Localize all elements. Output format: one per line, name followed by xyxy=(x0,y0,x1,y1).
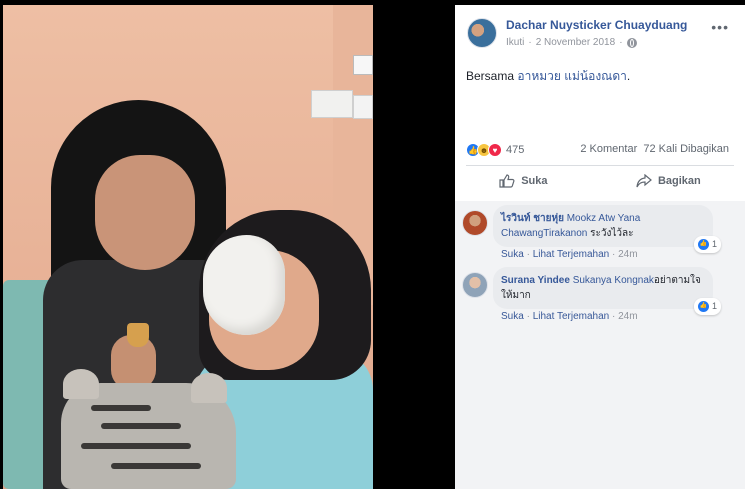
meta-separator: · xyxy=(619,37,623,48)
comment-like-badge[interactable]: 👍 1 xyxy=(693,298,721,315)
post-header: Dachar Nuysticker Chuayduang Ikuti · 2 N… xyxy=(455,5,745,61)
photo-cat-stripe xyxy=(91,405,151,411)
reaction-count[interactable]: 475 xyxy=(506,144,524,156)
photo-woman-face xyxy=(95,155,195,270)
comment-tag[interactable]: Sukanya Kongnak xyxy=(573,275,654,286)
share-arrow-icon xyxy=(636,174,652,188)
more-options-icon[interactable]: ••• xyxy=(711,19,729,35)
like-label: Suka xyxy=(521,175,548,187)
photo-cat-ear xyxy=(191,373,227,403)
comment-like-link[interactable]: Suka xyxy=(501,311,524,322)
photo-cat-stripe xyxy=(111,463,201,469)
tag-link-1[interactable]: อาหมวย xyxy=(517,69,561,83)
post-panel: Dachar Nuysticker Chuayduang Ikuti · 2 N… xyxy=(455,5,745,489)
comment-text: ระวังไว้ละ xyxy=(587,228,634,239)
photo-plush-cat xyxy=(61,369,236,489)
commenter-avatar[interactable] xyxy=(462,272,488,298)
meta-separator: · xyxy=(528,37,532,48)
comments-section: ไรวินท์ ชายหุ่ย Mookz Atw Yana ChawangTi… xyxy=(455,201,745,489)
like-reaction-icon: 👍 xyxy=(697,239,709,250)
photo-viewer: Dachar Nuysticker Chuayduang Ikuti · 2 N… xyxy=(0,0,745,489)
comment-like-count: 1 xyxy=(711,239,717,249)
stats-right: 2 Komentar 72 Kali Dibagikan xyxy=(580,143,729,155)
commenter-name[interactable]: Surana Yindee xyxy=(501,275,570,286)
photo-cat-ear xyxy=(63,369,99,399)
post-caption: Bersama อาหมวย แม่น้องณดา. xyxy=(466,67,630,86)
comment-bubble: ไรวินท์ ชายหุ่ย Mookz Atw Yana ChawangTi… xyxy=(493,205,721,253)
post-meta: Ikuti · 2 November 2018 · xyxy=(506,37,637,48)
thumbs-up-icon xyxy=(499,174,515,188)
post-stats: 👍 ☻ ♥ 475 2 Komentar 72 Kali Dibagikan xyxy=(455,141,745,163)
photo-cat-stripe xyxy=(81,443,191,449)
share-label: Bagikan xyxy=(657,175,701,187)
like-reaction-icon: 👍 xyxy=(697,301,709,312)
follow-link[interactable]: Ikuti xyxy=(506,37,524,48)
post-date[interactable]: 2 November 2018 xyxy=(536,37,616,48)
love-reaction-icon: ♥ xyxy=(488,143,502,157)
photo-switch xyxy=(311,90,353,118)
caption-suffix: . xyxy=(626,69,631,83)
comment-like-link[interactable]: Suka xyxy=(501,249,524,260)
comment-like-count: 1 xyxy=(711,301,717,311)
comment-bubble: Surana Yindee Sukanya Kongnakอย่าตามใจให… xyxy=(493,267,721,315)
photo-cat-stripe xyxy=(101,423,181,429)
divider xyxy=(466,165,734,166)
photo-ice-cream-cone xyxy=(127,323,149,347)
comment-actions: Suka · Lihat Terjemahan · 24m xyxy=(501,249,638,260)
comment-like-badge[interactable]: 👍 1 xyxy=(693,236,721,253)
reactions-summary[interactable]: 👍 ☻ ♥ 475 xyxy=(466,143,524,157)
comment-count[interactable]: 2 Komentar xyxy=(580,143,637,155)
photo-sign xyxy=(353,55,373,75)
commenter-name[interactable]: ไรวินท์ ชายหุ่ย xyxy=(501,213,564,224)
photo-switch-2 xyxy=(353,95,373,119)
tag-link-2[interactable]: แม่น้องณดา xyxy=(564,69,627,83)
author-avatar[interactable] xyxy=(467,18,497,48)
globe-icon[interactable] xyxy=(626,37,637,48)
comment-time[interactable]: 24m xyxy=(618,311,637,322)
post-photo[interactable] xyxy=(3,5,373,489)
post-actions: Suka Bagikan xyxy=(455,169,745,193)
comment-time[interactable]: 24m xyxy=(618,249,637,260)
comment-actions: Suka · Lihat Terjemahan · 24m xyxy=(501,311,638,322)
see-translation-link[interactable]: Lihat Terjemahan xyxy=(533,311,610,322)
share-button[interactable]: Bagikan xyxy=(628,172,709,190)
commenter-avatar[interactable] xyxy=(462,210,488,236)
photo-eye-patch xyxy=(203,235,285,335)
see-translation-link[interactable]: Lihat Terjemahan xyxy=(533,249,610,260)
author-name[interactable]: Dachar Nuysticker Chuayduang xyxy=(506,18,687,32)
caption-prefix: Bersama xyxy=(466,69,515,83)
like-button[interactable]: Suka xyxy=(491,172,555,190)
share-count[interactable]: 72 Kali Dibagikan xyxy=(643,143,729,155)
